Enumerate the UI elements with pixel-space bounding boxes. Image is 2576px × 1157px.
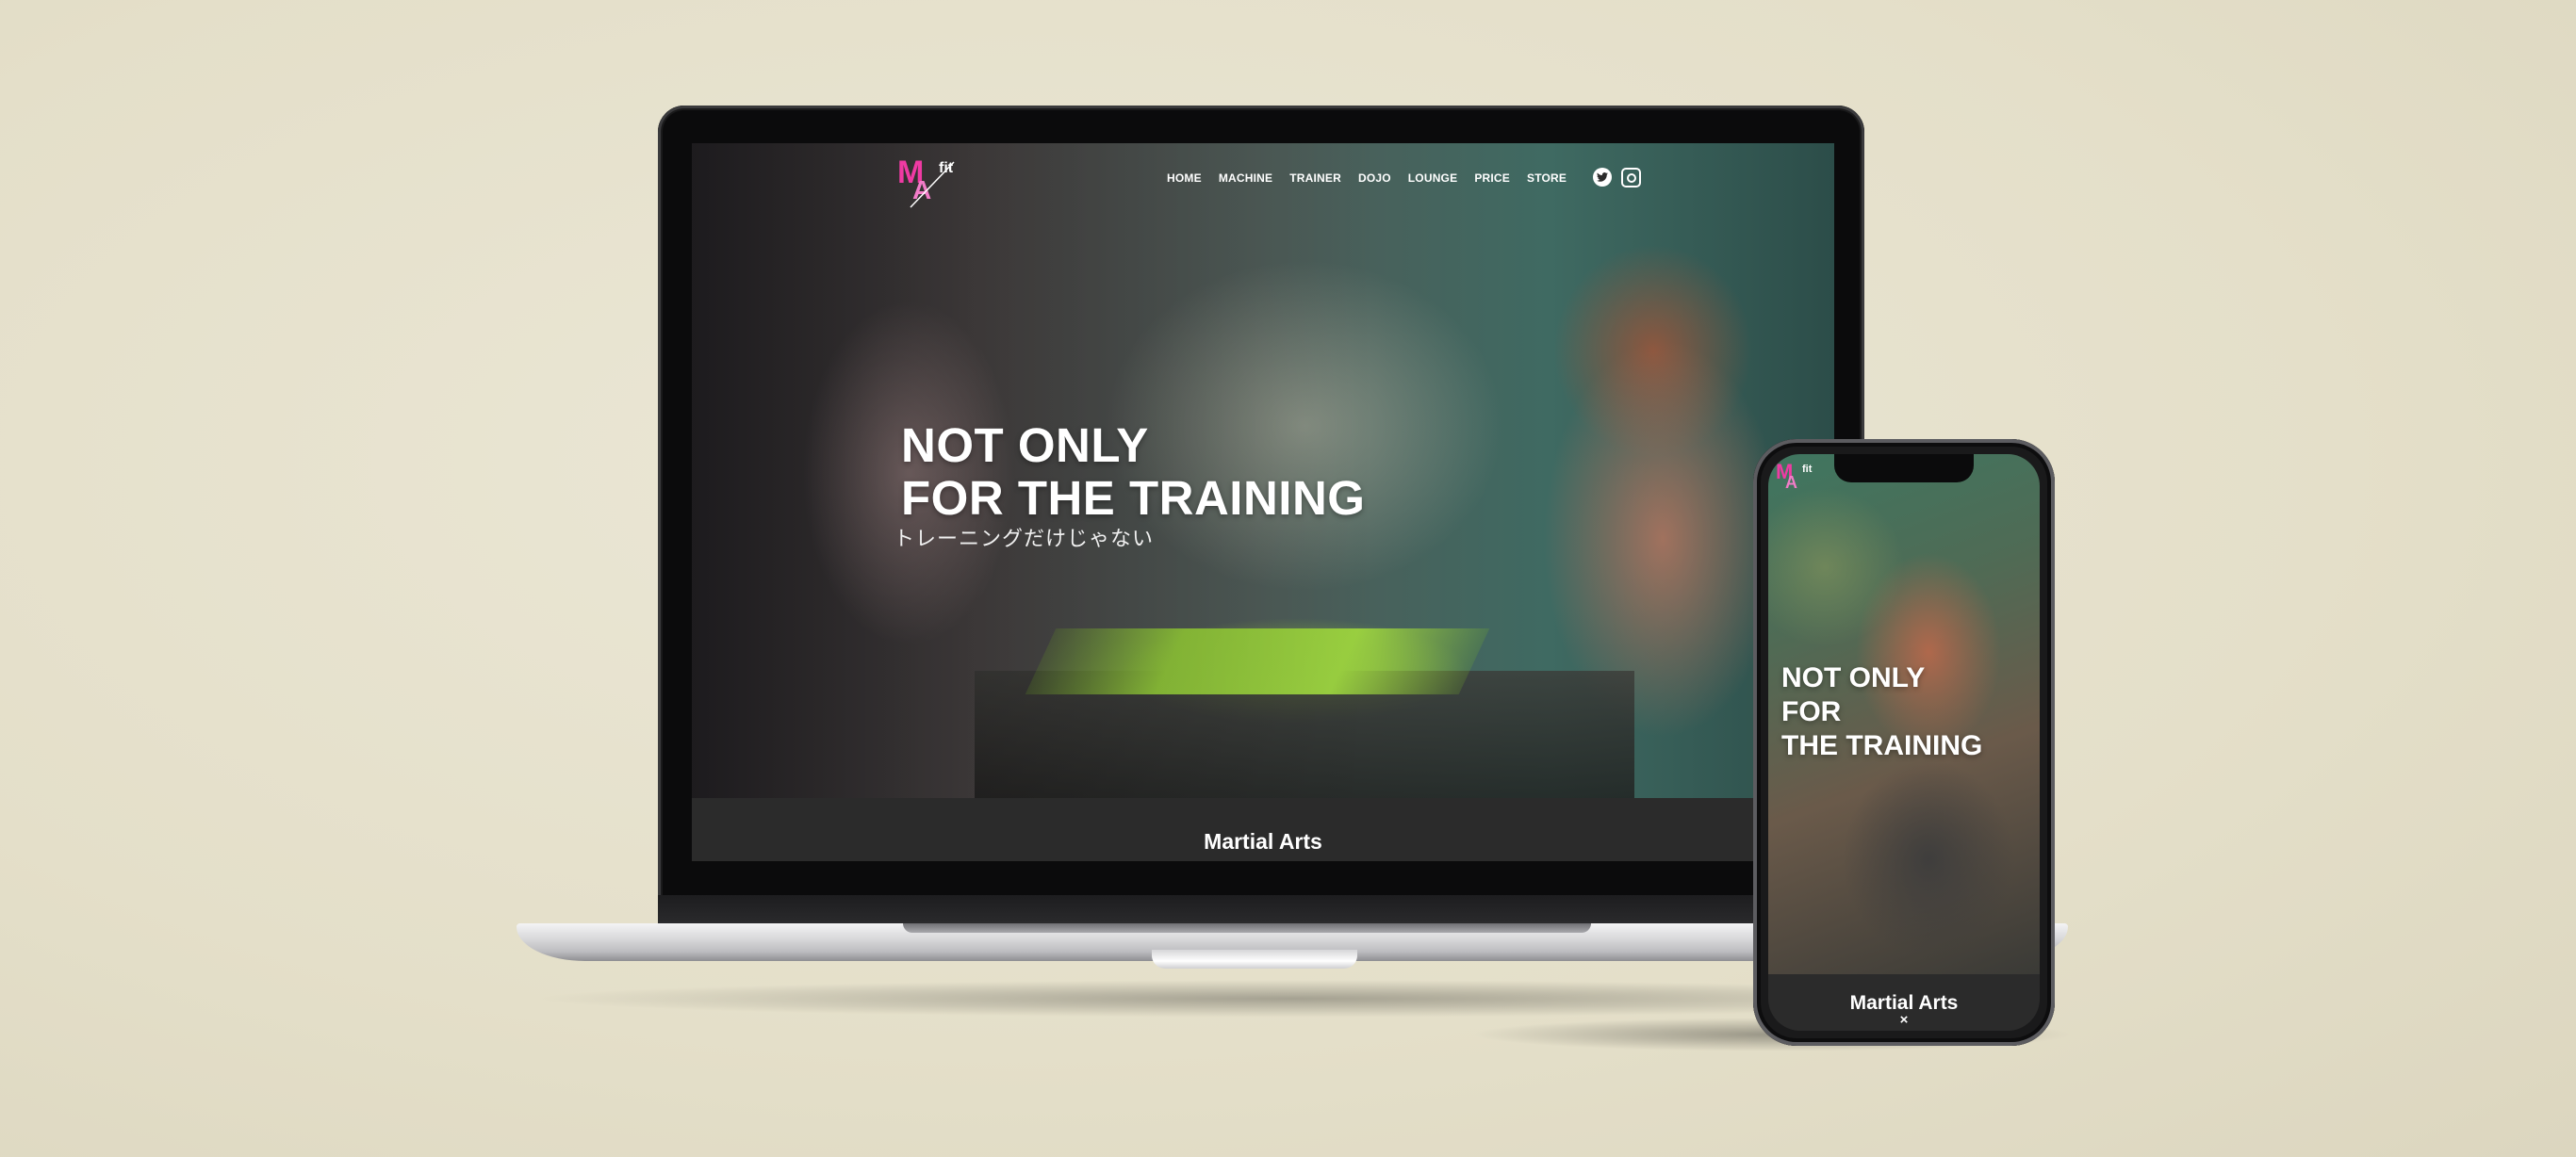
chevron-down-icon[interactable]: ⌄ <box>1255 856 1268 861</box>
twitter-icon[interactable] <box>1593 168 1613 187</box>
section-label[interactable]: Martial Arts <box>692 829 1834 855</box>
laptop-notch <box>1152 950 1357 969</box>
laptop-screen: M A fit HOME MACHINE TRAINER DOJO LOUNGE… <box>692 143 1834 861</box>
close-icon[interactable]: × <box>1768 1012 2040 1028</box>
laptop-hinge <box>903 923 1591 933</box>
hero-title-line2: FOR THE TRAINING <box>901 471 1366 525</box>
nav-lounge[interactable]: LOUNGE <box>1408 171 1458 185</box>
phone-notch <box>1834 454 1974 482</box>
instagram-icon[interactable] <box>1621 168 1642 187</box>
hero-title-line1: NOT ONLY <box>901 418 1149 472</box>
logo-slash <box>910 161 955 208</box>
nav-price[interactable]: PRICE <box>1474 171 1510 185</box>
hero-subtitle: トレーニングだけじゃない <box>894 527 1155 550</box>
nav-trainer[interactable]: TRAINER <box>1289 171 1341 185</box>
phone-title-line1: NOT ONLY <box>1781 662 1926 693</box>
nav-dojo[interactable]: DOJO <box>1358 171 1391 185</box>
phone-title-line3: THE TRAINING <box>1781 730 1983 761</box>
nav-machine[interactable]: MACHINE <box>1219 171 1272 185</box>
phone-title-line2: FOR <box>1781 696 1842 727</box>
nav-store[interactable]: STORE <box>1527 171 1567 185</box>
main-nav: HOME MACHINE TRAINER DOJO LOUNGE PRICE S… <box>1167 168 1642 187</box>
phone-logo-letter-a: A <box>1785 473 1797 492</box>
laptop-chin <box>658 895 1864 923</box>
social-links <box>1593 168 1642 187</box>
site-logo[interactable]: M A fit <box>897 155 963 208</box>
phone-hero-title: NOT ONLY FOR THE TRAINING <box>1781 661 1982 763</box>
phone-site-logo[interactable]: M A fit <box>1776 460 1823 497</box>
phone-logo-fit: fit <box>1802 464 1813 475</box>
phone-screen: M A fit NOT ONLY FOR THE TRAINING Martia… <box>1768 454 2040 1031</box>
hero-title: NOT ONLY FOR THE TRAINING <box>901 419 1365 525</box>
nav-home[interactable]: HOME <box>1167 171 1202 185</box>
